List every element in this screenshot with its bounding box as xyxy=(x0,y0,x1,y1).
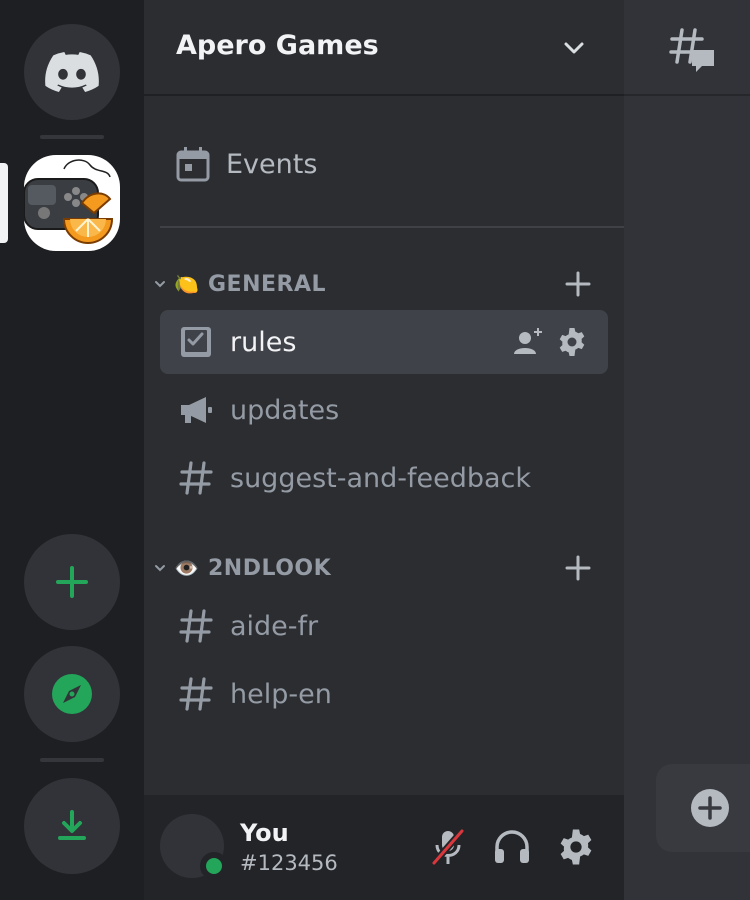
channel-aide-fr[interactable]: aide-fr xyxy=(160,594,608,658)
headphones-icon[interactable] xyxy=(492,827,532,867)
rail-separator xyxy=(40,758,104,762)
channel-help-en[interactable]: help-en xyxy=(160,662,608,726)
chevron-down-icon xyxy=(564,42,584,54)
plus-circle-icon xyxy=(691,789,729,827)
server-apero-games[interactable] xyxy=(24,155,120,251)
channel-sidebar: Apero Games Events 🍋 GENERAL rules updat… xyxy=(144,0,624,900)
channel-updates[interactable]: updates xyxy=(160,378,608,442)
threads-icon[interactable] xyxy=(668,26,716,74)
category-general[interactable]: 🍋 GENERAL xyxy=(152,266,600,302)
mic-muted-icon[interactable] xyxy=(428,827,468,867)
category-label: GENERAL xyxy=(208,271,327,297)
chat-header xyxy=(624,0,750,96)
gear-icon[interactable] xyxy=(556,827,596,867)
user-panel: You #123456 xyxy=(144,795,624,900)
channel-rules[interactable]: rules xyxy=(160,310,608,374)
rail-separator xyxy=(40,135,104,139)
add-server-button[interactable] xyxy=(24,534,120,630)
channel-label: aide-fr xyxy=(230,610,319,642)
chevron-down-icon xyxy=(155,281,165,288)
events-button[interactable]: Events xyxy=(176,140,317,188)
channel-label: updates xyxy=(230,394,340,426)
download-apps-button[interactable] xyxy=(24,778,120,874)
rules-icon xyxy=(181,327,211,357)
channel-suggest-and-feedback[interactable]: suggest-and-feedback xyxy=(160,446,608,510)
home-button[interactable] xyxy=(24,24,120,120)
plus-icon[interactable] xyxy=(562,552,594,584)
guild-name: Apero Games xyxy=(176,30,379,61)
divider xyxy=(160,226,624,228)
plus-icon xyxy=(56,566,88,598)
compass-icon xyxy=(52,674,92,714)
category-label: 2NDLOOK xyxy=(208,555,332,581)
chevron-down-icon xyxy=(155,565,165,572)
discord-logo-icon xyxy=(45,52,99,92)
category-emoji: 🍋 xyxy=(174,272,199,296)
online-status-icon xyxy=(200,852,228,880)
user-name: You xyxy=(240,819,289,847)
explore-servers-button[interactable] xyxy=(24,646,120,742)
selected-server-indicator xyxy=(0,163,8,243)
category-emoji: 👁️ xyxy=(174,556,199,580)
download-icon xyxy=(58,810,86,840)
events-label: Events xyxy=(226,148,318,180)
category-2ndlook[interactable]: 👁️ 2NDLOOK xyxy=(152,550,600,586)
user-tag: #123456 xyxy=(240,851,338,875)
hash-icon xyxy=(179,609,213,643)
server-rail xyxy=(0,0,144,900)
gear-icon[interactable] xyxy=(556,326,588,358)
gamepad-orange-icon xyxy=(24,159,114,244)
hash-icon xyxy=(179,677,213,711)
channel-label: suggest-and-feedback xyxy=(230,462,532,494)
guild-header[interactable]: Apero Games xyxy=(144,0,624,96)
channel-label: help-en xyxy=(230,678,332,710)
attach-button[interactable] xyxy=(656,764,750,852)
hash-icon xyxy=(179,461,213,495)
channel-actions xyxy=(512,326,588,358)
megaphone-icon xyxy=(181,397,212,423)
add-member-icon[interactable] xyxy=(512,326,544,358)
plus-icon[interactable] xyxy=(562,268,594,300)
calendar-icon xyxy=(176,147,210,182)
channel-label: rules xyxy=(230,326,297,358)
